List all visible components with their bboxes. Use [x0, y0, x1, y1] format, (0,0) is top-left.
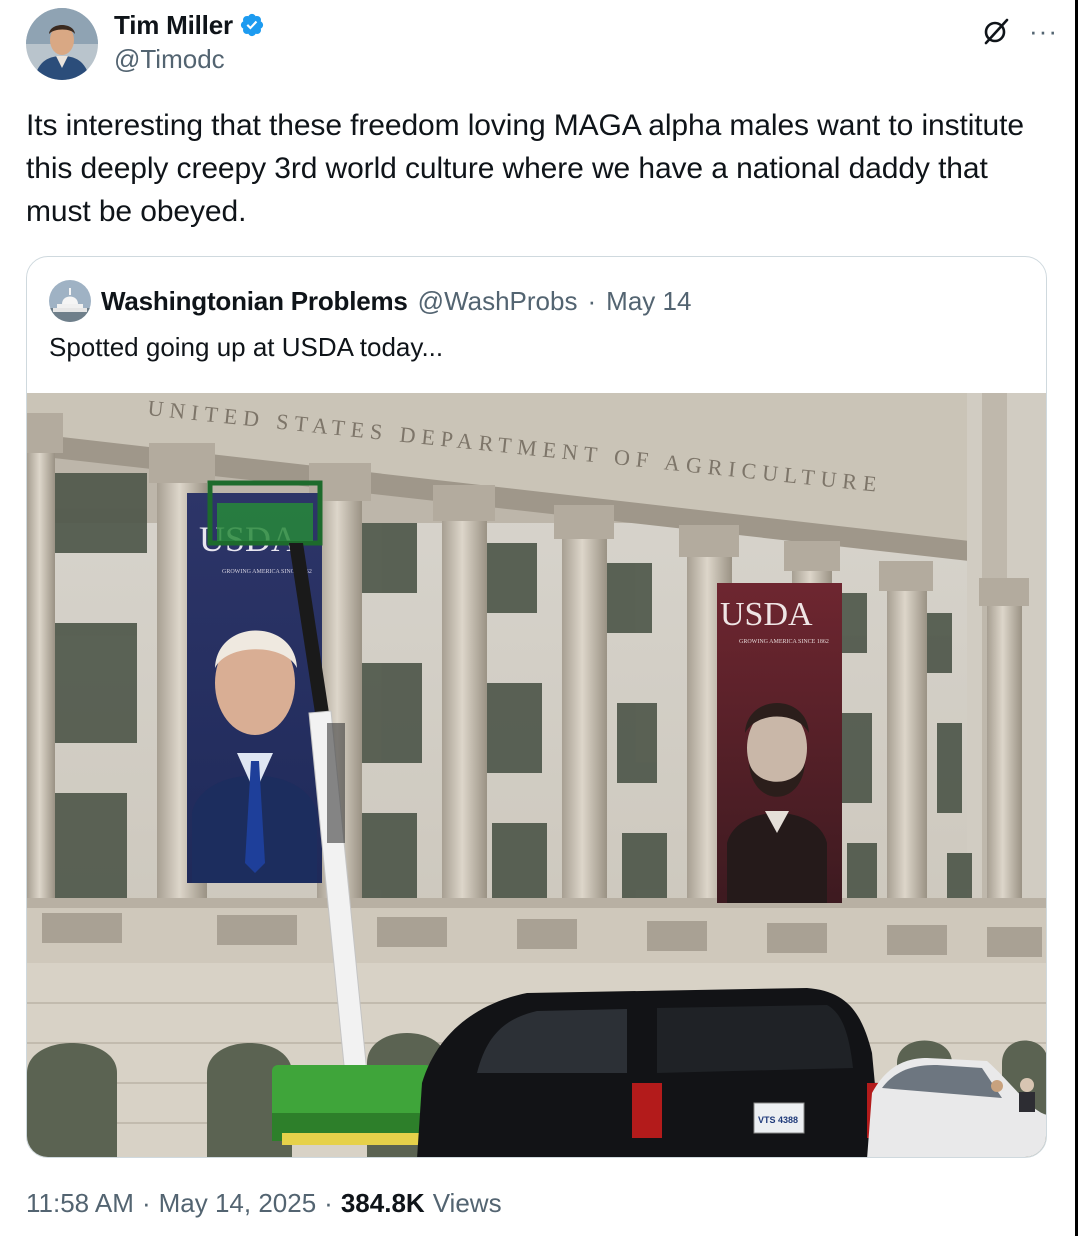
quoted-date[interactable]: May 14 [606, 286, 691, 317]
tweet-date[interactable]: May 14, 2025 [159, 1188, 317, 1219]
footer-separator-2: · [324, 1188, 333, 1218]
views-count: 384.8K [340, 1188, 425, 1218]
right-banner-subtitle: GROWING AMERICA SINCE 1862 [739, 639, 829, 645]
header-actions: ··· [981, 16, 1058, 46]
capitol-avatar-icon [49, 280, 91, 322]
quoted-tweet-card[interactable]: Washingtonian Problems @WashProbs · May … [26, 256, 1047, 1158]
quoted-author-handle[interactable]: @WashProbs [418, 286, 578, 317]
quoted-tweet-text: Spotted going up at USDA today... [49, 332, 444, 362]
author-info: Tim Miller @Timodc [114, 10, 265, 75]
quoted-meta-separator: · [587, 285, 597, 316]
quoted-author-name[interactable]: Washingtonian Problems [101, 286, 408, 317]
footer-separator-1: · [141, 1188, 151, 1218]
tweet-time[interactable]: 11:58 AM [26, 1188, 134, 1219]
views-label: Views [432, 1188, 502, 1218]
verified-badge-icon[interactable] [239, 12, 265, 38]
quoted-author-avatar[interactable] [49, 280, 91, 322]
author-handle[interactable]: @Timodc [114, 44, 265, 75]
quoted-media-photo[interactable]: UNITED STATES DEPARTMENT OF AGRICULTURE [27, 393, 1046, 1157]
author-avatar[interactable] [26, 8, 98, 80]
quoted-tweet-header: Washingtonian Problems @WashProbs · May … [49, 279, 691, 323]
tweet-header: Tim Miller @Timodc ··· [26, 8, 1058, 82]
user-avatar-icon [26, 8, 98, 80]
tweet-text: Its interesting that these freedom lovin… [26, 109, 1024, 228]
right-banner-title: USDA [720, 596, 813, 633]
more-options-icon[interactable]: ··· [1029, 18, 1058, 44]
grok-icon[interactable] [981, 16, 1011, 46]
author-display-name[interactable]: Tim Miller [114, 10, 233, 41]
license-plate-text: VTS 4388 [758, 1115, 798, 1125]
tweet-footer: 11:58 AM · May 14, 2025 · 384.8K Views [26, 1188, 502, 1219]
usda-building-photo: UNITED STATES DEPARTMENT OF AGRICULTURE [27, 393, 1046, 1157]
